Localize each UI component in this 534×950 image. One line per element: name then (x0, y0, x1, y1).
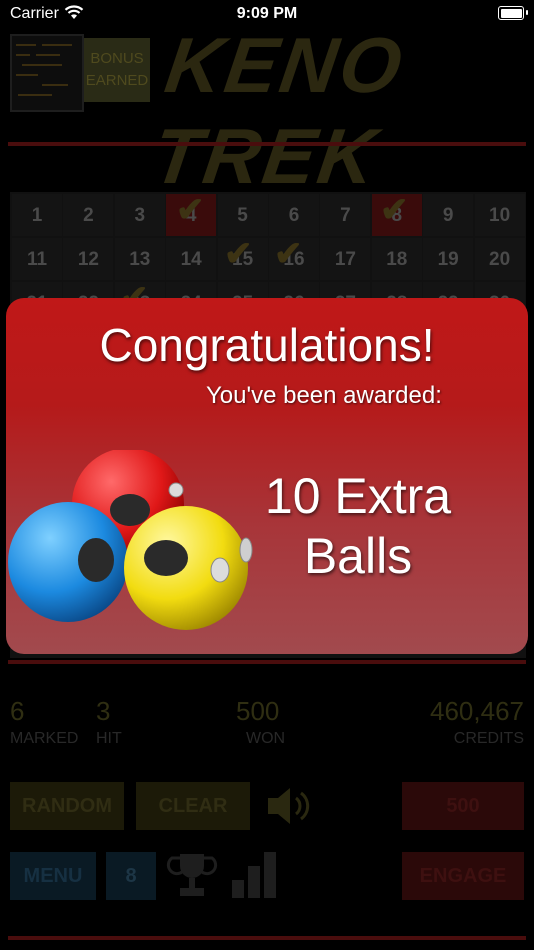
keno-number-cell[interactable]: 10 (474, 194, 525, 236)
keno-number-cell[interactable]: 2 (63, 194, 114, 236)
clear-button[interactable]: CLEAR (136, 782, 250, 830)
speaker-icon[interactable] (264, 784, 312, 833)
count-box[interactable]: 8 (106, 852, 156, 900)
extra-balls-icon (8, 450, 253, 630)
checkmark-icon: ✔ (224, 235, 253, 273)
bar-chart-icon[interactable] (230, 850, 280, 905)
dialog-subtitle: You've been awarded: (206, 382, 442, 409)
divider (8, 660, 526, 664)
keno-number-cell[interactable]: 3 (114, 194, 165, 236)
award-line-2: Balls (303, 528, 413, 584)
divider (8, 142, 526, 146)
keno-number-cell[interactable]: 20 (474, 238, 525, 280)
hit-label: HIT (96, 730, 122, 747)
earned-label: EARNED (85, 72, 149, 89)
award-line-1: 10 Extra (264, 468, 452, 524)
engage-button[interactable]: ENGAGE (402, 852, 524, 900)
marked-label: MARKED (10, 730, 79, 747)
credits-amount: 460,467 (430, 696, 524, 726)
checkmark-icon: ✔ (176, 191, 205, 229)
keno-number-cell[interactable]: 12 (63, 238, 114, 280)
divider (8, 936, 526, 940)
random-button[interactable]: RANDOM (10, 782, 124, 830)
checkmark-icon: ✔ (274, 235, 303, 273)
keno-number-cell[interactable]: 17 (320, 238, 371, 280)
game-logo: KENO TREK (147, 21, 411, 200)
marked-count: 6 (10, 696, 25, 726)
trophy-icon[interactable] (166, 850, 218, 905)
hit-count: 3 (96, 696, 111, 726)
bonus-label: BONUS (90, 50, 144, 67)
won-amount: 500 (236, 696, 280, 726)
keno-number-cell[interactable]: 14 (166, 238, 217, 280)
won-label: WON (246, 730, 286, 747)
bet-button[interactable]: 500 (402, 782, 524, 830)
keno-number-cell[interactable]: 19 (423, 238, 474, 280)
keno-number-cell[interactable]: 6 (269, 194, 319, 236)
pattern-minimap (10, 34, 84, 112)
award-text: 10 Extra Balls (228, 466, 488, 586)
keno-number-cell[interactable]: 1 (12, 194, 62, 236)
keno-number-cell[interactable]: 9 (423, 194, 474, 236)
keno-number-cell[interactable]: 7 (320, 194, 371, 236)
keno-number-cell[interactable]: 18 (371, 238, 422, 280)
keno-number-cell[interactable]: 13 (114, 238, 165, 280)
keno-number-cell[interactable]: 11 (12, 238, 62, 280)
bonus-earned-indicator: BONUS EARNED (84, 38, 150, 102)
dialog-title: Congratulations! (99, 319, 435, 371)
checkmark-icon: ✔ (380, 191, 409, 229)
menu-button[interactable]: MENU (10, 852, 96, 900)
credits-label: CREDITS (453, 730, 524, 747)
keno-number-cell[interactable]: 5 (217, 194, 268, 236)
reward-dialog[interactable]: Congratulations! You've been awarded: 10… (6, 298, 528, 654)
